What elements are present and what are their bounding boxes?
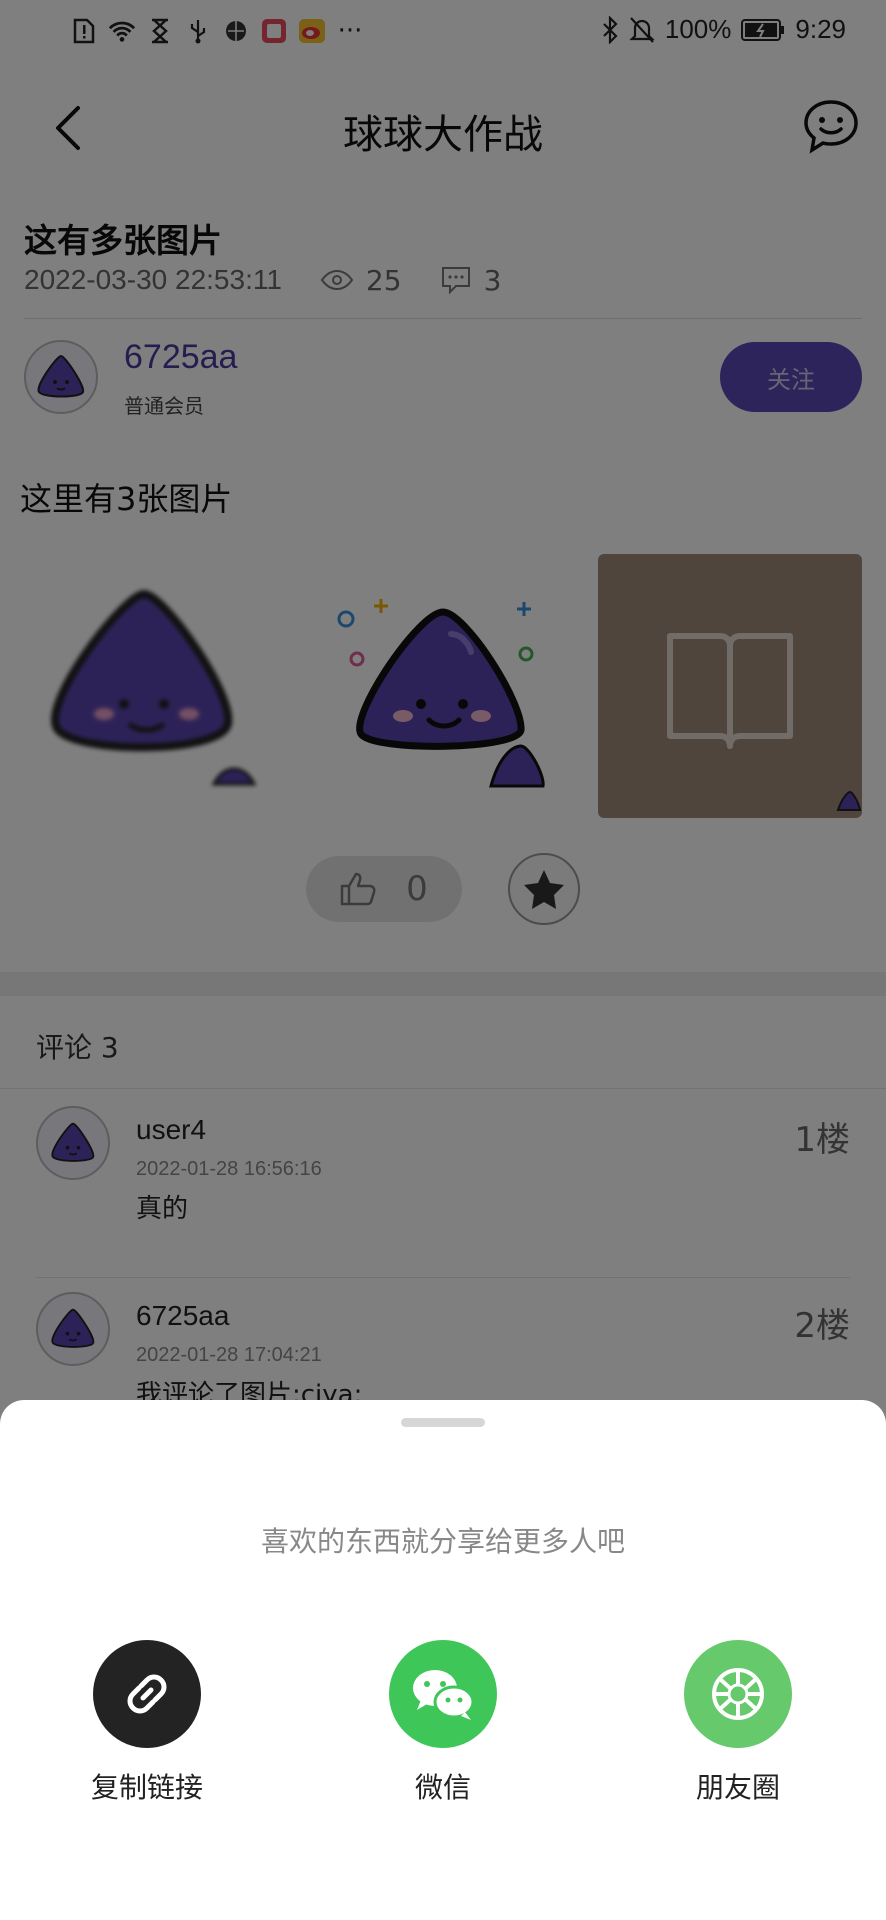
moments-circle [684, 1640, 792, 1748]
sheet-drag-handle[interactable] [401, 1418, 485, 1427]
share-moments-button[interactable]: 朋友圈 [638, 1640, 838, 1810]
share-sheet: 喜欢的东西就分享给更多人吧 复制链接 微信 朋友圈 [0, 1400, 886, 1920]
wechat-icon [413, 1670, 475, 1720]
link-icon [127, 1674, 167, 1714]
share-copy-link-button[interactable]: 复制链接 [47, 1640, 247, 1810]
moments-icon [712, 1668, 764, 1720]
share-option-label: 微信 [414, 1771, 471, 1804]
share-option-label: 复制链接 [90, 1771, 203, 1804]
share-wechat-button[interactable]: 微信 [343, 1640, 543, 1810]
share-option-label: 朋友圈 [695, 1771, 780, 1804]
wechat-circle [389, 1640, 497, 1748]
share-sheet-title: 喜欢的东西就分享给更多人吧 [260, 1525, 625, 1558]
copy-link-circle [93, 1640, 201, 1748]
